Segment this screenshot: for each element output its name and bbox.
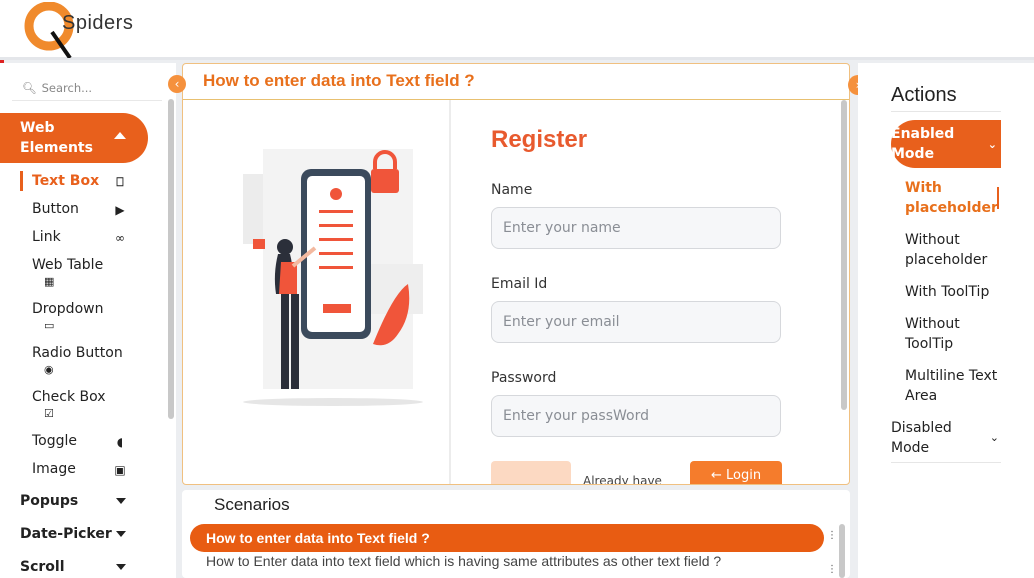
logo-text: Spiders xyxy=(62,12,134,34)
sidebar-item-label: Web Table xyxy=(32,257,104,273)
search-icon: 🔍︎ xyxy=(22,80,37,95)
password-field[interactable] xyxy=(491,395,781,437)
scenarios-title: Scenarios xyxy=(214,495,290,514)
caret-down-icon xyxy=(116,564,126,570)
top-bar: Spiders xyxy=(0,0,1034,60)
category-label: Popups xyxy=(20,493,79,509)
page-title: How to enter data into Text field ? xyxy=(203,71,475,90)
play-circle-icon: ▶︎ xyxy=(115,203,125,217)
divider xyxy=(183,99,849,100)
divider xyxy=(891,111,1001,112)
scenarios-scrollbar[interactable] xyxy=(839,524,845,578)
category-label: Date-Picker xyxy=(20,526,112,542)
action-without-tooltip[interactable]: Without ToolTip xyxy=(905,314,1005,354)
sidebar-category-date-picker[interactable]: Date-Picker xyxy=(20,526,130,542)
caret-down-icon xyxy=(116,531,126,537)
sidebar-item-label: Check Box xyxy=(32,389,106,405)
disabled-mode-toggle[interactable]: Disabled Mode ⌄ xyxy=(891,418,1001,458)
sidebar-item-link[interactable]: Link ∞ xyxy=(32,229,132,245)
sidebar-item-image[interactable]: Image ▣ xyxy=(32,461,132,477)
caret-down-icon xyxy=(116,498,126,504)
sidebar-scrollbar[interactable] xyxy=(168,99,174,419)
login-label: Login xyxy=(725,468,762,483)
actions-title: Actions xyxy=(891,84,957,106)
action-with-tooltip[interactable]: With ToolTip xyxy=(905,282,1005,302)
password-label: Password xyxy=(491,370,557,386)
sidebar-item-label: Button xyxy=(32,201,79,217)
chevron-down-icon: ⌄ xyxy=(989,431,999,444)
active-indicator xyxy=(20,171,23,191)
section-label: Web Elements xyxy=(20,120,93,156)
arrow-left-icon: ← xyxy=(710,468,722,483)
email-label: Email Id xyxy=(491,276,548,292)
toggle-icon: ◖ xyxy=(116,435,124,449)
main-scrollbar[interactable] xyxy=(841,100,847,410)
textbox-icon: ⎕ xyxy=(116,175,124,189)
scenarios-panel: Scenarios How to enter data into Text fi… xyxy=(182,490,850,578)
disabled-mode-label: Disabled Mode xyxy=(891,420,952,456)
action-without-placeholder[interactable]: Without placeholder xyxy=(905,230,1005,270)
search-placeholder: Search... xyxy=(41,80,93,95)
kebab-menu-icon[interactable]: ⋮ xyxy=(827,565,837,575)
sidebar-item-web-table[interactable]: Web Table ▦ xyxy=(32,257,132,288)
email-field[interactable] xyxy=(491,301,781,343)
sidebar-category-popups[interactable]: Popups xyxy=(20,493,130,509)
table-icon: ▦ xyxy=(44,275,55,288)
register-illustration xyxy=(243,149,423,406)
main-panel: How to enter data into Text field ? Regi… xyxy=(182,63,850,485)
sidebar-item-toggle[interactable]: Toggle ◖ xyxy=(32,433,132,449)
caret-up-icon xyxy=(114,132,126,139)
sidebar-item-label: Toggle xyxy=(32,433,78,449)
register-heading: Register xyxy=(491,126,588,153)
enabled-mode-toggle[interactable]: Enabled Mode ⌄ xyxy=(891,120,1001,168)
image-icon: ▣ xyxy=(114,463,126,477)
sidebar-item-text-box[interactable]: Text Box ⎕ xyxy=(32,173,132,189)
active-indicator xyxy=(997,187,999,209)
checkbox-icon: ☑ xyxy=(44,407,54,420)
sidebar-item-radio-button[interactable]: Radio Button ◉ xyxy=(32,345,132,376)
search-input[interactable]: 🔍︎ Search... xyxy=(12,75,162,101)
sidebar-item-dropdown[interactable]: Dropdown ▭ xyxy=(32,301,132,332)
dropdown-icon: ▭ xyxy=(44,319,55,332)
already-have-text: Already have xyxy=(583,474,662,485)
divider xyxy=(891,462,1001,463)
scenario-item-active[interactable]: How to enter data into Text field ? xyxy=(190,524,824,552)
sidebar-category-scroll[interactable]: Scroll xyxy=(20,559,130,575)
link-icon: ∞ xyxy=(115,231,125,245)
name-field[interactable] xyxy=(491,207,781,249)
enabled-mode-label: Enabled Mode xyxy=(891,126,955,162)
action-with-placeholder[interactable]: With placeholder xyxy=(905,178,1005,218)
radio-icon: ◉ xyxy=(44,363,54,376)
scenario-item[interactable]: How to Enter data into text field which … xyxy=(206,552,806,570)
kebab-menu-icon[interactable]: ⋮ xyxy=(827,531,837,541)
section-divider xyxy=(449,100,451,484)
sidebar-item-label: Link xyxy=(32,229,61,245)
name-label: Name xyxy=(491,182,533,198)
sidebar-item-label: Dropdown xyxy=(32,301,104,317)
sidebar-item-label: Radio Button xyxy=(32,345,123,361)
category-label: Scroll xyxy=(20,559,65,575)
collapse-left-icon[interactable]: ‹ xyxy=(168,75,186,93)
chevron-down-icon: ⌄ xyxy=(987,138,997,151)
actions-panel: Actions Enabled Mode ⌄ With placeholder … xyxy=(858,63,1034,578)
register-button[interactable] xyxy=(491,461,571,484)
sidebar-item-check-box[interactable]: Check Box ☑ xyxy=(32,389,132,420)
sidebar: 🔍︎ Search... Web Elements Text Box ⎕ But… xyxy=(0,63,176,578)
sidebar-item-button[interactable]: Button ▶︎ xyxy=(32,201,132,217)
sidebar-section-web-elements[interactable]: Web Elements xyxy=(0,113,148,163)
sidebar-item-label: Text Box xyxy=(32,173,100,189)
sidebar-item-label: Image xyxy=(32,461,76,477)
login-button[interactable]: ← Login xyxy=(690,461,782,484)
action-multiline-text-area[interactable]: Multiline Text Area xyxy=(905,366,1005,406)
